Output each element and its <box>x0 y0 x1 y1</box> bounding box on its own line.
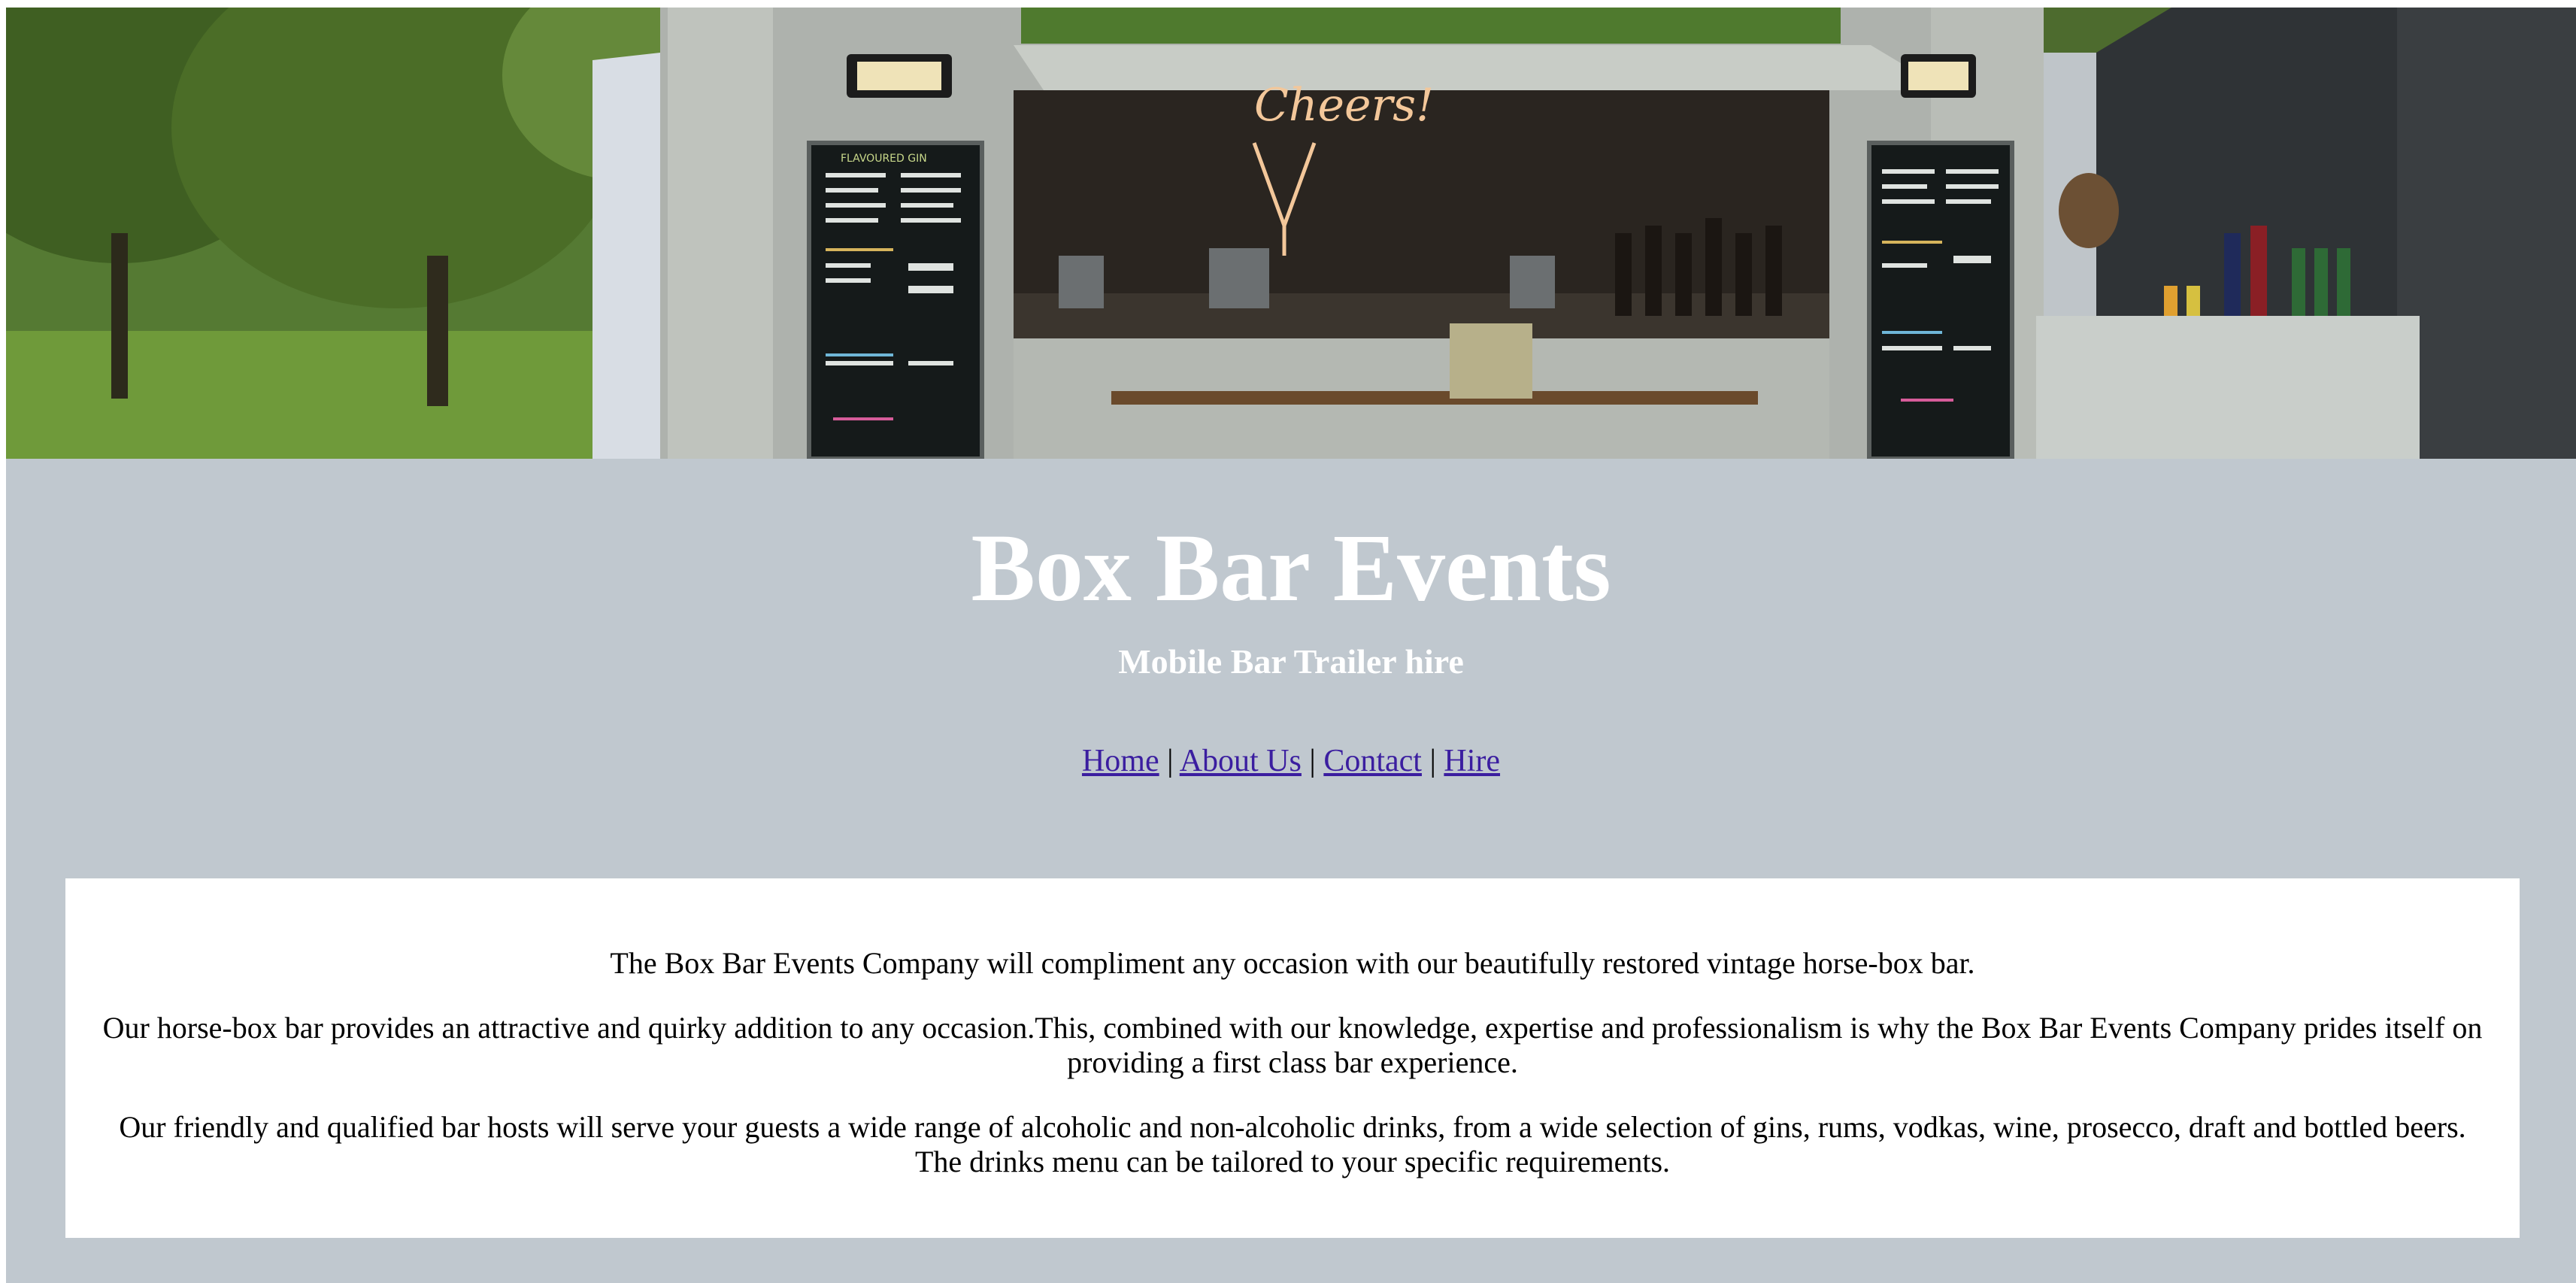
neon-sign: Cheers! <box>1254 79 1434 132</box>
content-card: The Box Bar Events Company will complime… <box>65 878 2520 1238</box>
nav-link-contact[interactable]: Contact <box>1323 744 1422 778</box>
nav-link-home[interactable]: Home <box>1082 744 1159 778</box>
about-paragraph: Our horse-box bar provides an attractive… <box>102 1011 2483 1079</box>
nav-separator: | <box>1309 744 1316 778</box>
drinks-paragraph: Our friendly and qualified bar hosts wil… <box>119 1110 2466 1178</box>
nav-separator: | <box>1167 744 1174 778</box>
intro-paragraph: The Box Bar Events Company will complime… <box>610 946 1975 980</box>
hero-image: Cheers! FLAVOURED GIN <box>6 8 2576 459</box>
menu-board-heading: FLAVOURED GIN <box>841 153 927 165</box>
nav-link-hire[interactable]: Hire <box>1444 744 1500 778</box>
page: Cheers! FLAVOURED GIN Box Bar Events Mob… <box>6 8 2576 1283</box>
site-title: Box Bar Events <box>971 514 1611 621</box>
main-nav: Home | About Us | Contact | Hire <box>6 740 2576 782</box>
site-subtitle: Mobile Bar Trailer hire <box>1118 642 1464 681</box>
nav-separator: | <box>1429 744 1436 778</box>
horse-box-bar-photo: Cheers! FLAVOURED GIN <box>6 8 2576 459</box>
nav-link-about-us[interactable]: About Us <box>1180 744 1302 778</box>
